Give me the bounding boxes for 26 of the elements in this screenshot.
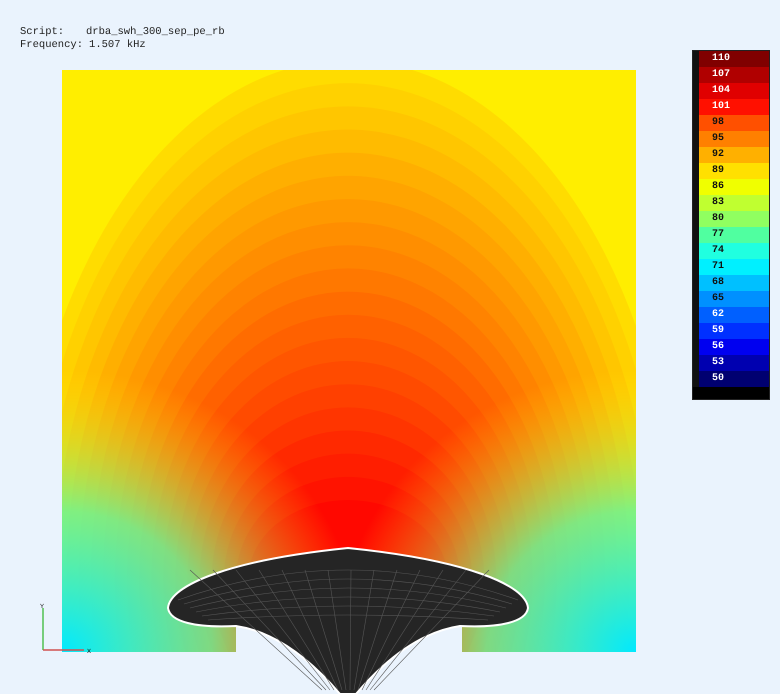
- scale-value: 65: [712, 293, 724, 305]
- scale-value: 71: [712, 261, 724, 273]
- scale-value: 89: [712, 165, 724, 177]
- scale-value: 50: [712, 373, 724, 385]
- scale-value: 95: [712, 133, 724, 145]
- scale-value: 83: [712, 197, 724, 209]
- axis-triad-icon: [42, 608, 84, 651]
- frequency-value: 1.507 kHz: [89, 39, 146, 52]
- frequency-label: Frequency:: [20, 39, 84, 52]
- script-label: Script:: [20, 26, 66, 39]
- scale-value: 53: [712, 357, 724, 369]
- scale-value: 77: [712, 229, 724, 241]
- scale-value: 104: [712, 85, 730, 97]
- scale-value: 80: [712, 213, 724, 225]
- scale-value: 107: [712, 69, 730, 81]
- scale-value: 56: [712, 341, 724, 353]
- scale-value: 92: [712, 149, 724, 161]
- script-name: drba_swh_300_sep_pe_rb: [86, 26, 225, 39]
- scale-value: 68: [712, 277, 724, 289]
- scale-value: 59: [712, 325, 724, 337]
- scale-value: 74: [712, 245, 724, 257]
- scale-value: 86: [712, 181, 724, 193]
- scale-value: 101: [712, 101, 730, 113]
- scale-value: 110: [712, 53, 730, 65]
- scale-value: 62: [712, 309, 724, 321]
- scale-value: 98: [712, 117, 724, 129]
